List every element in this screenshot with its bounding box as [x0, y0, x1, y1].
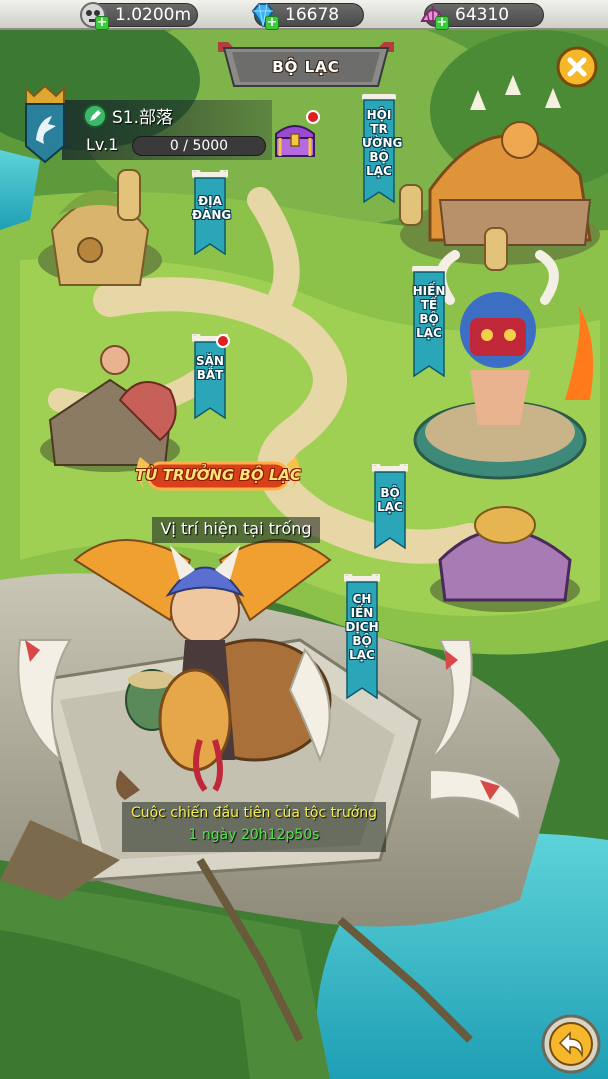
chief-title: TÙ TRƯỞNG BỘ LẠC: [134, 466, 302, 484]
flag-sacrifice[interactable]: HIẾN TẾ BỘ LẠC: [412, 266, 446, 382]
resource-bar: + 1.0200m + 16678 + 64310: [0, 0, 608, 30]
chief-title-sign[interactable]: TÙ TRƯỞNG BỘ LẠC: [134, 453, 302, 499]
flag-tribe-campaign[interactable]: CH IẾN DỊCH BỘ LẠC: [344, 574, 380, 704]
flag-tribal-hall[interactable]: HỘI TR ƯỜNG BỘ LẠC: [362, 94, 403, 210]
power-value: 1.0200m: [115, 5, 192, 25]
chest-notification-dot: [306, 110, 320, 124]
close-button[interactable]: [556, 46, 598, 88]
treasure-chest-button[interactable]: [272, 110, 320, 160]
gem-value: 16678: [285, 5, 340, 25]
back-button[interactable]: [540, 1013, 602, 1075]
shell-value: 64310: [455, 5, 510, 25]
shell-counter[interactable]: + 64310: [420, 3, 544, 30]
dragon-emblem-icon: [25, 84, 65, 164]
gem-counter[interactable]: + 16678: [251, 3, 364, 30]
experience-text: 0 / 5000: [169, 138, 229, 154]
flag-tribe[interactable]: BỘ LẠC: [372, 464, 408, 554]
flag-hunting[interactable]: SĂN BẮT: [192, 334, 230, 424]
flag-label: HỘI TR ƯỜNG BỘ LẠC: [362, 108, 403, 178]
add-power-button[interactable]: +: [95, 16, 109, 30]
chief-status: Vị trí hiện tại trống: [152, 517, 320, 543]
flag-label: CH IẾN DỊCH BỘ LẠC: [345, 592, 379, 662]
flag-label: SĂN BẮT: [196, 354, 224, 382]
back-arrow-icon: [541, 1014, 601, 1074]
flag-label: BỘ LẠC: [377, 486, 403, 514]
flag-label: HIẾN TẾ BỘ LẠC: [412, 284, 446, 340]
tribe-level: Lv.1: [86, 135, 119, 154]
flag-label: ĐỊA ĐÀNG: [192, 194, 232, 222]
title-banner: BỘ LẠC: [188, 42, 424, 92]
edit-name-button[interactable]: [83, 104, 107, 128]
treasure-chest-icon: [275, 125, 315, 157]
add-shell-button[interactable]: +: [435, 16, 449, 30]
event-title: Cuộc chiến đầu tiên của tộc trưởng: [130, 805, 378, 821]
pencil-icon: [83, 104, 107, 128]
power-counter[interactable]: + 1.0200m: [80, 2, 198, 30]
tribe-name: S1.部落: [112, 108, 174, 128]
add-gem-button[interactable]: +: [265, 16, 279, 30]
tribe-emblem[interactable]: [22, 84, 68, 164]
event-countdown: 1 ngày 20h12p50s: [188, 827, 320, 843]
event-caption: Cuộc chiến đầu tiên của tộc trưởng 1 ngà…: [122, 802, 386, 852]
close-icon: [556, 46, 598, 88]
flag-paradise[interactable]: ĐỊA ĐÀNG: [192, 170, 232, 260]
page-title: BỘ LẠC: [272, 58, 340, 76]
hunting-notification-dot: [216, 334, 230, 348]
experience-bar: 0 / 5000: [132, 136, 266, 156]
